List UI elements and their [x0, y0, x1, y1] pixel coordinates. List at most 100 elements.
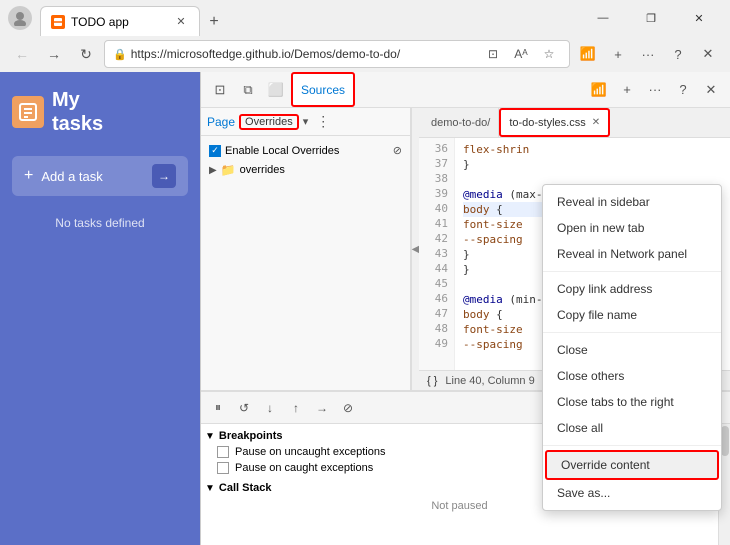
maximize-button[interactable]: ❐: [628, 3, 674, 33]
bp-uncaught-label: Pause on uncaught exceptions: [235, 446, 385, 458]
line-numbers: 3637383940 4142434445 46474849: [419, 138, 455, 370]
dt-help-icon[interactable]: ?: [670, 77, 696, 103]
add-task-button[interactable]: + Add a task →: [12, 156, 188, 196]
tab-more-icon[interactable]: ⋮: [316, 113, 330, 130]
pause-btn[interactable]: ⏸: [207, 397, 229, 419]
editor-tab-css-label: to-do-styles.css: [509, 117, 585, 129]
deactivate-btn[interactable]: ⊘: [337, 397, 359, 419]
editor-tab-css-close-icon[interactable]: ✕: [592, 117, 600, 128]
no-tasks-label: No tasks defined: [12, 216, 188, 230]
browser-tab[interactable]: TODO app ✕: [40, 6, 200, 36]
url-actions: ⊡ Aᴬ ☆: [481, 42, 561, 66]
context-menu: Reveal in sidebar Open in new tab Reveal…: [542, 184, 722, 511]
editor-tab-css[interactable]: to-do-styles.css ✕: [499, 108, 610, 137]
wifi-icon[interactable]: 📶: [574, 40, 602, 68]
call-stack-arrow-icon: ▼: [205, 483, 215, 494]
ctx-save-as[interactable]: Save as...: [543, 480, 721, 506]
new-tab-button[interactable]: +: [200, 8, 228, 36]
add-task-plus-icon: +: [24, 167, 33, 185]
clear-overrides-icon[interactable]: ⊘: [393, 144, 402, 157]
title-bar: TODO app ✕ + — ❐ ✕: [0, 0, 730, 36]
folder-name: overrides: [240, 164, 285, 176]
devtools-tabs: Sources: [291, 72, 584, 107]
overrides-badge[interactable]: Overrides: [239, 114, 299, 130]
ctx-close[interactable]: Close: [543, 337, 721, 363]
back-button[interactable]: ←: [8, 40, 36, 68]
ctx-override-content[interactable]: Override content: [545, 450, 719, 480]
call-stack-label: Call Stack: [219, 482, 272, 494]
app-title-text: My tasks: [52, 88, 103, 136]
step-into-btn[interactable]: ↓: [259, 397, 281, 419]
ctx-close-others[interactable]: Close others: [543, 363, 721, 389]
add-task-label: Add a task: [41, 169, 144, 184]
enable-overrides-checkbox[interactable]: ✓: [209, 145, 221, 157]
editor-tab-demo[interactable]: demo-to-do/: [423, 108, 499, 137]
dt-wifi-icon[interactable]: 📶: [586, 77, 612, 103]
address-bar: ← → ↻ 🔒 https://microsoftedge.github.io/…: [0, 36, 730, 72]
tabs-area: TODO app ✕ +: [40, 0, 572, 36]
window-controls: — ❐ ✕: [580, 3, 722, 33]
bp-caught-label: Pause on caught exceptions: [235, 462, 373, 474]
dt-close-icon[interactable]: ✕: [698, 77, 724, 103]
bp-caught-checkbox[interactable]: [217, 462, 229, 474]
help-icon[interactable]: ?: [664, 40, 692, 68]
status-position: Line 40, Column 9: [445, 375, 534, 387]
dt-console-icon[interactable]: ⧉: [235, 77, 261, 103]
url-text: https://microsoftedge.github.io/Demos/de…: [131, 47, 477, 61]
overrides-folder[interactable]: ▶ 📁 overrides: [205, 161, 406, 179]
split-icon[interactable]: ⊡: [481, 42, 505, 66]
folder-arrow-icon: ▶: [209, 165, 217, 176]
profile-icon[interactable]: [8, 6, 32, 30]
step-out-btn[interactable]: ↑: [285, 397, 307, 419]
tab-chevron-icon[interactable]: ▾: [303, 115, 309, 128]
ctx-close-all[interactable]: Close all: [543, 415, 721, 441]
breakpoints-arrow-icon: ▼: [205, 431, 215, 442]
ctx-divider-2: [543, 332, 721, 333]
status-braces-icon: { }: [427, 375, 437, 387]
dt-add-tab-icon[interactable]: +: [614, 77, 640, 103]
ctx-copy-link[interactable]: Copy link address: [543, 276, 721, 302]
folder-icon: 📁: [221, 163, 236, 177]
dt-elements-icon[interactable]: ⊡: [207, 77, 233, 103]
tab-sources[interactable]: Sources: [291, 72, 355, 107]
editor-tab-demo-label: demo-to-do/: [431, 117, 490, 129]
resize-handle[interactable]: ◀: [411, 108, 419, 390]
tab-sources-label: Sources: [301, 83, 345, 97]
read-mode-icon[interactable]: Aᴬ: [509, 42, 533, 66]
app-title: My tasks: [12, 88, 188, 136]
dt-more-tabs-icon[interactable]: ···: [642, 77, 668, 103]
tab-title: TODO app: [71, 15, 129, 29]
minimize-button[interactable]: —: [580, 3, 626, 33]
ctx-copy-filename[interactable]: Copy file name: [543, 302, 721, 328]
ctx-divider-3: [543, 445, 721, 446]
page-tab[interactable]: Page: [207, 115, 235, 129]
bp-uncaught-checkbox[interactable]: [217, 446, 229, 458]
favorites-icon[interactable]: ☆: [537, 42, 561, 66]
tab-close-btn[interactable]: ✕: [173, 14, 189, 30]
add-tab-icon[interactable]: +: [604, 40, 632, 68]
toolbar-right: 📶 + ··· ? ✕: [574, 40, 722, 68]
step-over-btn[interactable]: ↺: [233, 397, 255, 419]
more-icon[interactable]: ···: [634, 40, 662, 68]
ctx-open-new-tab[interactable]: Open in new tab: [543, 215, 721, 241]
main-content: My tasks + Add a task → No tasks defined…: [0, 72, 730, 545]
tab-favicon: [51, 15, 65, 29]
url-bar[interactable]: 🔒 https://microsoftedge.github.io/Demos/…: [104, 40, 570, 68]
ctx-reveal-sidebar[interactable]: Reveal in sidebar: [543, 189, 721, 215]
add-task-arrow-icon: →: [152, 164, 176, 188]
browser-frame: TODO app ✕ + — ❐ ✕ ← → ↻ 🔒 https://micro…: [0, 0, 730, 545]
close-button[interactable]: ✕: [676, 3, 722, 33]
sources-left-content: ✓ Enable Local Overrides ⊘ ▶ 📁 overrides: [201, 136, 410, 390]
step-btn[interactable]: →: [311, 397, 333, 419]
refresh-button[interactable]: ↻: [72, 40, 100, 68]
ctx-close-right[interactable]: Close tabs to the right: [543, 389, 721, 415]
devtools-close-icon[interactable]: ✕: [694, 40, 722, 68]
forward-button[interactable]: →: [40, 40, 68, 68]
dt-network-icon[interactable]: ⬜: [263, 77, 289, 103]
devtools-toolbar: ⊡ ⧉ ⬜ Sources 📶 + ··· ? ✕: [201, 72, 730, 108]
page-tab-area: Page Overrides ▾ ⋮: [201, 108, 410, 136]
app-title-icon: [12, 96, 44, 128]
ctx-reveal-network[interactable]: Reveal in Network panel: [543, 241, 721, 267]
breakpoints-label: Breakpoints: [219, 430, 283, 442]
editor-tabs: demo-to-do/ to-do-styles.css ✕: [419, 108, 730, 138]
